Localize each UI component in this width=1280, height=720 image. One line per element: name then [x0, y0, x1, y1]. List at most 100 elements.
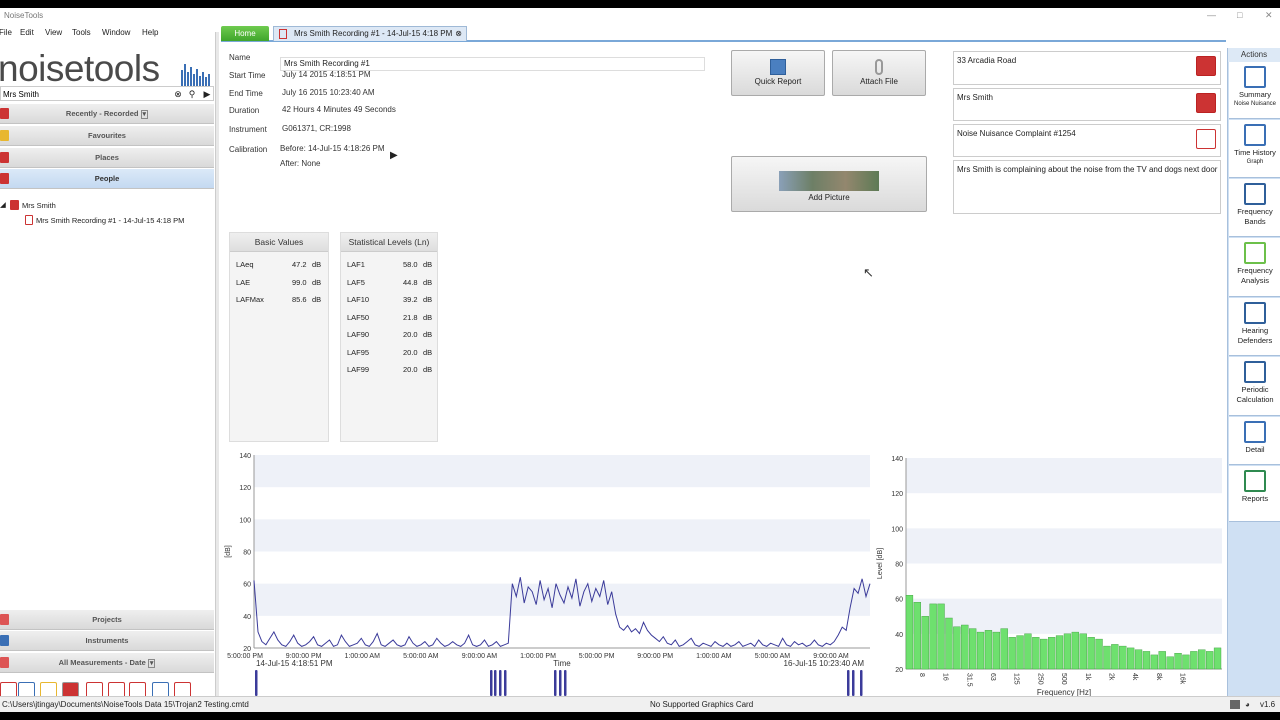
dropdown-icon[interactable]: ▾	[140, 110, 149, 119]
tree-expand-icon[interactable]: ◢	[0, 200, 6, 209]
frequency-bar	[1000, 628, 1008, 670]
grid-band	[906, 458, 1222, 494]
x-tick-label: 2k	[1107, 673, 1114, 681]
menu-help[interactable]: Help	[142, 28, 158, 37]
basic-value-row: LAFMax 85.6 dB	[236, 295, 322, 305]
tab-home[interactable]: Home	[221, 26, 269, 41]
action-sigma[interactable]: Periodic Calculation	[1229, 357, 1280, 416]
printer-icon[interactable]	[1230, 700, 1240, 709]
tab-close-icon[interactable]: ⊗	[455, 27, 462, 41]
action-label: Summary	[1238, 90, 1272, 99]
event-marker[interactable]	[847, 670, 850, 696]
duration-label: Duration	[229, 106, 260, 115]
add-picture-button[interactable]: Add Picture	[731, 156, 927, 212]
action-reports[interactable]: Reports	[1229, 466, 1280, 522]
notes-box[interactable]: Mrs Smith is complaining about the noise…	[953, 160, 1221, 214]
basic-value-value: 99.0	[292, 277, 307, 287]
search-input[interactable]	[3, 88, 168, 100]
x-tick-label: 1k	[1084, 673, 1091, 681]
frequency-chart[interactable]: 20 40 60 80 100 120 140 Level [dB] Frequency [Hz…	[870, 440, 1225, 696]
complaint-text: Noise Nuisance Complaint #1254	[957, 129, 1076, 138]
tree-recording[interactable]: Mrs Smith Recording #1 - 14-Jul-15 4:18 …	[36, 216, 184, 225]
menu-window[interactable]: Window	[102, 28, 130, 37]
action-time-history[interactable]: Time History Graph	[1229, 120, 1280, 178]
sigma-icon	[1244, 361, 1266, 383]
menu-tools[interactable]: Tools	[72, 28, 91, 37]
close-icon[interactable]: ✕	[1265, 10, 1273, 21]
person-box[interactable]: Mrs Smith	[953, 88, 1221, 121]
project-box[interactable]: Noise Nuisance Complaint #1254	[953, 124, 1221, 157]
x-tick-label: 5:00:00 PM	[579, 653, 615, 660]
calibration-label: Calibration	[229, 145, 268, 154]
calibration-arrow-icon[interactable]: ▶	[390, 150, 398, 161]
frequency-bar	[1032, 637, 1040, 670]
name-field[interactable]: Mrs Smith Recording #1	[280, 57, 705, 71]
x-tick-label: 1:00:00 AM	[696, 653, 732, 660]
action-frequency-bands[interactable]: Frequency Bands	[1229, 179, 1280, 237]
action-hearing-defenders[interactable]: Hearing Defenders	[1229, 298, 1280, 356]
event-marker[interactable]	[494, 670, 497, 696]
basic-values-panel: Basic Values LAeq 47.2 dB LAE 99.0 dB LAFMax 85…	[229, 232, 329, 442]
add-picture-label: Add Picture	[808, 193, 850, 202]
person-icon[interactable]	[1196, 93, 1216, 113]
event-marker[interactable]	[564, 670, 567, 696]
action-summary[interactable]: Summary Noise Nuisance	[1229, 62, 1280, 119]
dropdown-icon[interactable]: ▾	[147, 659, 156, 668]
minimize-icon[interactable]: —	[1207, 10, 1216, 20]
event-marker[interactable]	[559, 670, 562, 696]
time-history-chart[interactable]: 20 40 60 80 100 120 140 5:00:00 PM 9:00:00 PM 1:0…	[222, 440, 877, 696]
instrument-value: G061371, CR:1998	[282, 124, 351, 133]
quick-report-button[interactable]: Quick Report	[731, 50, 825, 96]
splitter[interactable]	[215, 32, 219, 704]
event-marker[interactable]	[554, 670, 557, 696]
nav-places[interactable]: Places	[0, 148, 214, 168]
nav-all-measurements[interactable]: All Measurements - Date ▾	[0, 653, 214, 673]
menu-view[interactable]: View	[45, 28, 62, 37]
frequency-bar	[1134, 649, 1143, 670]
person-text: Mrs Smith	[957, 93, 993, 102]
event-marker[interactable]	[499, 670, 502, 696]
play-icon[interactable]: ▶	[201, 88, 213, 100]
document-icon[interactable]	[1196, 129, 1216, 149]
menu-file[interactable]: File	[0, 28, 12, 37]
stat-level-key: LAF50	[347, 312, 370, 322]
place-home-icon[interactable]	[1196, 56, 1216, 76]
nav-projects[interactable]: Projects	[0, 610, 214, 630]
y-tick-label: 80	[895, 562, 903, 569]
frequency-bar	[1008, 637, 1016, 670]
event-marker[interactable]	[504, 670, 507, 696]
frequency-bar	[968, 628, 977, 670]
tree-person[interactable]: Mrs Smith	[22, 201, 56, 210]
frequency-bar	[1166, 656, 1174, 670]
frequency-bar	[921, 616, 929, 670]
event-marker[interactable]	[490, 670, 493, 696]
nav-instruments[interactable]: Instruments	[0, 631, 214, 651]
nav-people[interactable]: People	[0, 169, 214, 189]
event-marker[interactable]	[860, 670, 863, 696]
nav-favourites[interactable]: Favourites	[0, 126, 214, 146]
action-label: Periodic Calculation	[1236, 385, 1274, 404]
nav-recently-recorded[interactable]: Recently - Recorded ▾	[0, 104, 214, 124]
statistical-levels-title: Statistical Levels (Ln)	[341, 233, 437, 252]
action-detail[interactable]: Detail	[1229, 417, 1280, 465]
stat-level-value: 20.0	[403, 330, 418, 339]
menu-edit[interactable]: Edit	[20, 28, 34, 37]
stat-level-key: LAF5	[347, 277, 365, 287]
search-icon[interactable]: ⚲	[186, 88, 198, 100]
event-marker[interactable]	[255, 670, 258, 696]
action-frequency-analysis[interactable]: Frequency Analysis	[1229, 238, 1280, 297]
home-icon	[0, 152, 9, 163]
tab-recording[interactable]: Mrs Smith Recording #1 - 14-Jul-15 4:18 …	[273, 26, 467, 41]
x-tick-label: 9:00:00 AM	[462, 653, 498, 660]
address-box[interactable]: 33 Arcadia Road	[953, 51, 1221, 85]
maximize-icon[interactable]: □	[1237, 10, 1242, 20]
x-tick-label: 63	[989, 673, 996, 681]
measurements-icon	[0, 657, 9, 668]
attach-file-button[interactable]: Attach File	[832, 50, 926, 96]
stat-level-unit: dB	[423, 365, 433, 374]
clear-icon[interactable]: ⊗	[172, 88, 184, 100]
recording-icon	[25, 215, 33, 225]
event-marker[interactable]	[852, 670, 855, 696]
action-label: Time History	[1234, 148, 1276, 157]
x-axis-label: Frequency [Hz]	[1037, 688, 1091, 696]
